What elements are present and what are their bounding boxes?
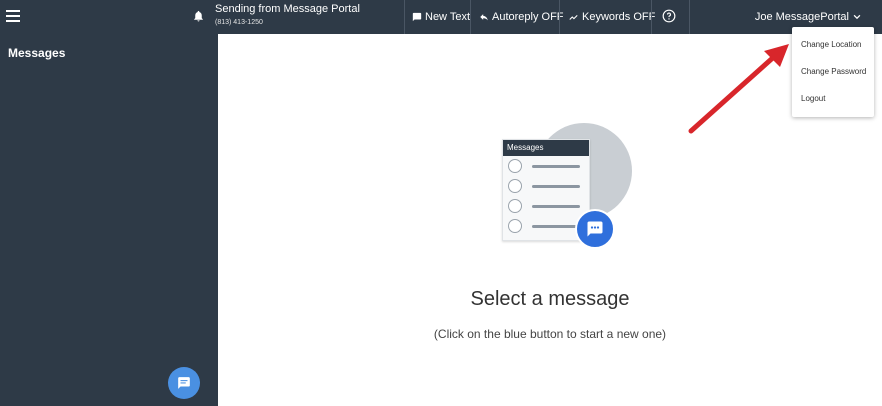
sidebar: Messages	[0, 34, 218, 406]
main-content: Messages Select a message (Click on the …	[218, 34, 882, 406]
message-icon	[412, 12, 422, 22]
illustration-row	[503, 176, 589, 196]
user-dropdown-menu: Change Location Change Password Logout	[792, 27, 874, 117]
change-password-item[interactable]: Change Password	[801, 67, 866, 76]
toolbar-divider	[404, 0, 405, 34]
toolbar-divider	[651, 0, 652, 34]
chat-icon	[178, 377, 190, 389]
illustration-header: Messages	[503, 140, 589, 156]
person-icon	[508, 159, 522, 173]
toolbar-divider	[689, 0, 690, 34]
toolbar-divider	[470, 0, 471, 34]
bell-icon[interactable]	[192, 9, 205, 23]
person-icon	[508, 179, 522, 193]
autoreply-label: Autoreply OFF	[492, 11, 564, 23]
person-icon	[508, 219, 522, 233]
trend-icon	[569, 14, 578, 20]
hamburger-menu-icon[interactable]	[6, 10, 20, 22]
top-navbar: Sending from Message Portal (813) 413-12…	[0, 0, 882, 34]
select-message-title: Select a message	[470, 288, 630, 310]
new-text-label: New Text	[425, 11, 471, 23]
person-icon	[508, 199, 522, 213]
change-location-item[interactable]: Change Location	[801, 40, 862, 49]
chat-bubble-icon	[575, 209, 615, 249]
sending-from-label: Sending from Message Portal	[215, 3, 360, 15]
new-message-button[interactable]	[168, 367, 200, 399]
user-name: Joe MessagePortal	[754, 11, 849, 23]
sidebar-title: Messages	[8, 46, 66, 60]
logout-item[interactable]: Logout	[801, 94, 825, 103]
chevron-down-icon	[853, 14, 861, 20]
keywords-label: Keywords OFF	[582, 11, 656, 23]
messages-illustration: Messages	[498, 120, 638, 255]
new-text-button[interactable]: New Text	[412, 0, 470, 34]
select-message-subtitle: (Click on the blue button to start a new…	[433, 327, 667, 341]
toolbar-divider	[559, 0, 560, 34]
sending-phone-number: (813) 413-1250	[215, 19, 263, 26]
reply-icon	[480, 14, 488, 21]
autoreply-button[interactable]: Autoreply OFF	[479, 0, 564, 34]
illustration-row	[503, 196, 589, 216]
help-icon[interactable]	[662, 9, 676, 23]
keywords-button[interactable]: Keywords OFF	[568, 0, 655, 34]
illustration-row	[503, 156, 589, 176]
